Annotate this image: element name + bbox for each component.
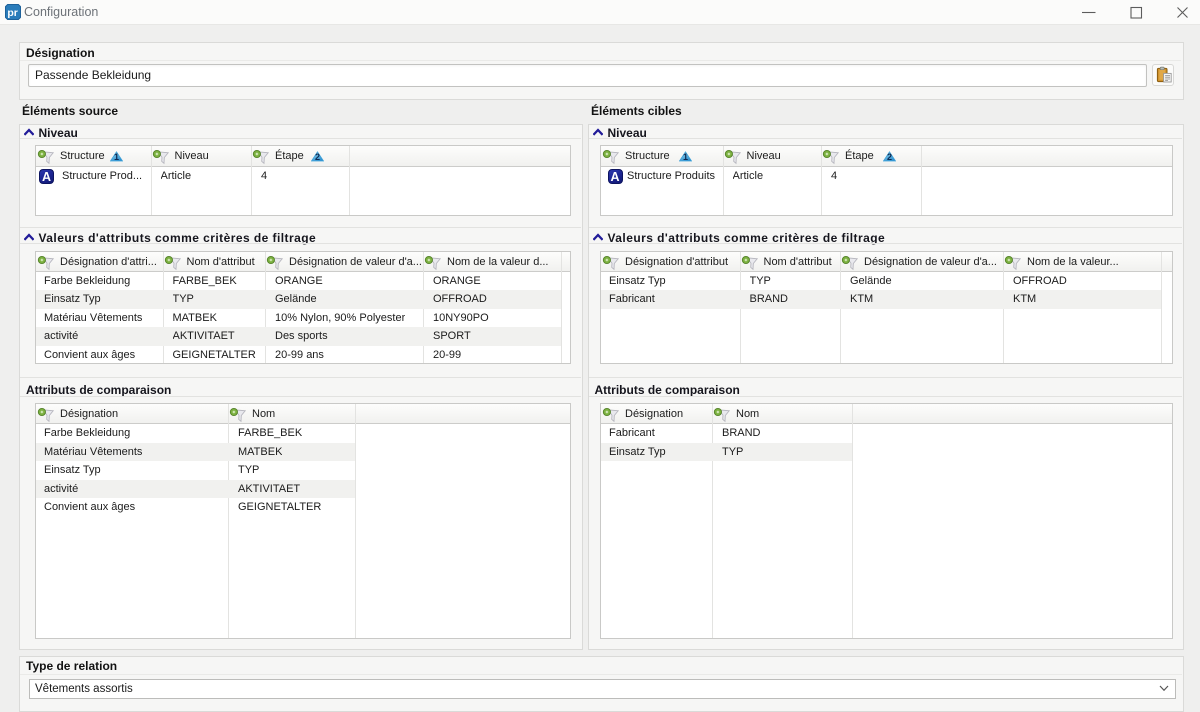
svg-text:2: 2 xyxy=(886,152,891,162)
svg-text:pr: pr xyxy=(7,7,18,19)
svg-text:1: 1 xyxy=(682,152,687,162)
svg-text:1: 1 xyxy=(113,152,118,162)
svg-text:2: 2 xyxy=(314,152,319,162)
